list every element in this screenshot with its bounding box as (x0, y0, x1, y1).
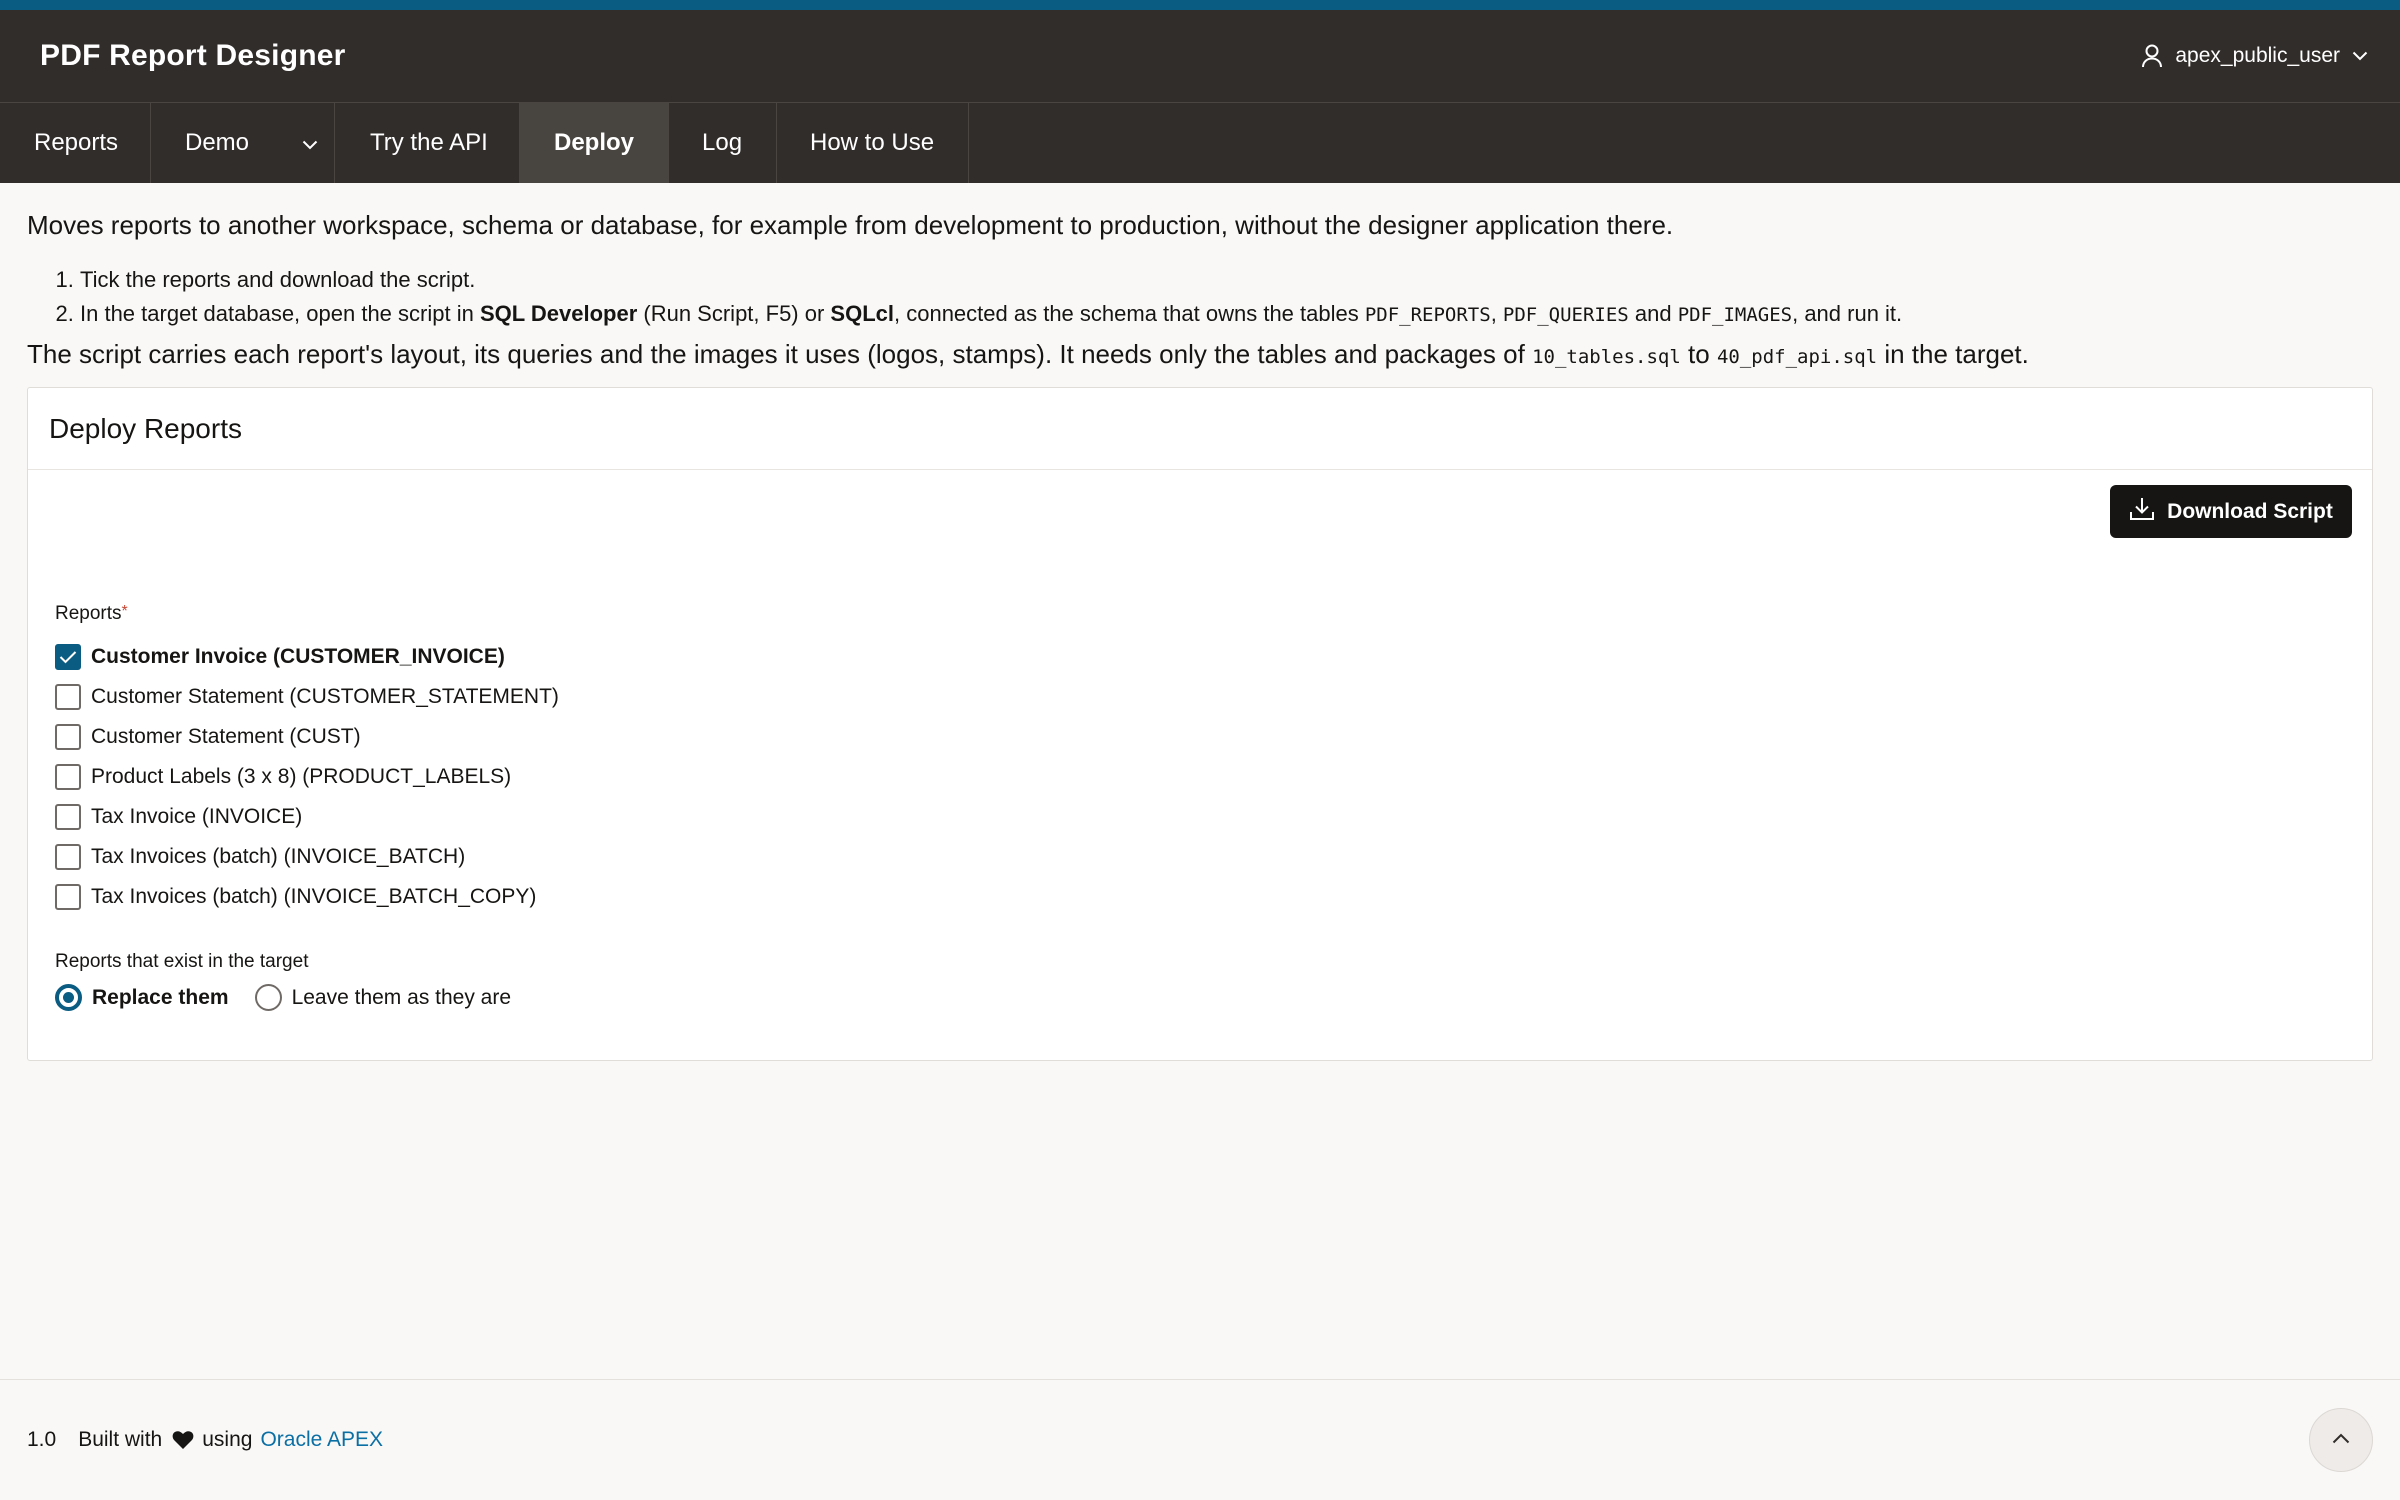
checkbox-label: Customer Invoice (CUSTOMER_INVOICE) (91, 645, 505, 668)
radio-selected[interactable] (55, 984, 82, 1011)
nav-item-try-api[interactable]: Try the API (334, 103, 520, 183)
nav-item-log[interactable]: Log (668, 103, 777, 183)
carry-text-part: to (1680, 339, 1717, 369)
report-checkbox-customer-statement[interactable]: Customer Statement (CUSTOMER_STATEMENT) (55, 677, 559, 717)
step-text: (Run Script, F5) or (637, 301, 831, 326)
nav-item-label: Reports (34, 129, 119, 156)
step-text: and (1628, 301, 1678, 326)
user-menu[interactable]: apex_public_user (2141, 44, 2368, 68)
file-name: 40_pdf_api.sql (1716, 346, 1878, 368)
checkbox[interactable] (55, 844, 81, 870)
nav-item-label: Deploy (554, 129, 635, 156)
carry-text-part: The script carries each report's layout,… (27, 339, 1533, 369)
nav-item-label: Try the API (370, 129, 488, 156)
checkbox-checked[interactable] (55, 644, 81, 670)
main-nav: Reports Demo Try the API Deploy Log How … (0, 102, 2400, 183)
chevron-down-icon (2352, 51, 2368, 61)
oracle-apex-link[interactable]: Oracle APEX (260, 1428, 383, 1452)
app-title[interactable]: PDF Report Designer (40, 39, 346, 73)
app-version: 1.0 (27, 1428, 57, 1451)
radio-label: Replace them (92, 985, 229, 1009)
step-text: , and run it. (1792, 301, 1903, 326)
report-checkbox-invoice-batch[interactable]: Tax Invoices (batch) (INVOICE_BATCH) (55, 837, 559, 877)
nav-item-label: How to Use (810, 129, 935, 156)
step-text: , (1490, 301, 1503, 326)
nav-item-label: Log (702, 129, 743, 156)
deploy-reports-region: Deploy Reports Download Script Reports* … (27, 387, 2373, 1061)
existing-reports-radio-group: Replace them Leave them as they are (55, 984, 537, 1011)
chevron-up-icon (2332, 1431, 2350, 1449)
checkbox-label: Customer Statement (CUSTOMER_STATEMENT) (91, 685, 559, 708)
reports-label-text: Reports (55, 603, 122, 624)
nav-item-label: Demo (185, 129, 250, 156)
existing-reports-label: Reports that exist in the target (55, 951, 309, 972)
app-header: PDF Report Designer apex_public_user (0, 10, 2400, 102)
checkbox[interactable] (55, 724, 81, 750)
region-title: Deploy Reports (28, 388, 2372, 470)
nav-item-reports[interactable]: Reports (0, 103, 151, 183)
steps-list: Tick the reports and download the script… (80, 263, 2373, 332)
download-label: Download Script (2167, 499, 2333, 523)
intro-text: Moves reports to another workspace, sche… (27, 210, 1674, 240)
checkbox[interactable] (55, 684, 81, 710)
carry-text-part: in the target. (1877, 339, 2029, 369)
report-checkbox-product-labels[interactable]: Product Labels (3 x 8) (PRODUCT_LABELS) (55, 757, 559, 797)
reports-field-label: Reports* (55, 603, 128, 625)
radio-label: Leave them as they are (291, 985, 512, 1009)
checkbox-label: Tax Invoices (batch) (INVOICE_BATCH) (91, 845, 466, 868)
checkbox[interactable] (55, 884, 81, 910)
step-1: Tick the reports and download the script… (80, 263, 2373, 297)
step-text: , connected as the schema that owns the … (894, 301, 1365, 326)
top-accent-bar (0, 0, 2400, 10)
table-name: PDF_QUERIES (1502, 304, 1629, 326)
tool-name-sql-developer: SQL Developer (479, 301, 638, 326)
report-checkbox-customer-invoice[interactable]: Customer Invoice (CUSTOMER_INVOICE) (55, 637, 559, 677)
file-name: 10_tables.sql (1532, 346, 1681, 368)
checkbox-label: Tax Invoices (batch) (INVOICE_BATCH_COPY… (91, 885, 537, 908)
report-checkbox-invoice[interactable]: Tax Invoice (INVOICE) (55, 797, 559, 837)
table-name: PDF_REPORTS (1364, 304, 1491, 326)
chevron-down-icon (302, 129, 318, 157)
page-footer: 1.0 Built with using Oracle APEX (0, 1379, 2400, 1500)
checkbox-label: Product Labels (3 x 8) (PRODUCT_LABELS) (91, 765, 512, 788)
checkbox[interactable] (55, 804, 81, 830)
step-2: In the target database, open the script … (80, 297, 2373, 332)
carry-text: The script carries each report's layout,… (27, 336, 2373, 375)
checkbox-label: Tax Invoice (INVOICE) (91, 805, 303, 828)
scroll-to-top-button[interactable] (2309, 1408, 2373, 1472)
step-text: In the target database, open the script … (80, 301, 480, 326)
page-content: Moves reports to another workspace, sche… (27, 183, 2373, 375)
using-text: using (202, 1428, 253, 1451)
tool-name-sqlcl: SQLcl (830, 301, 894, 326)
checkmark-icon (59, 651, 77, 664)
radio-leave-them[interactable]: Leave them as they are (254, 984, 512, 1011)
report-checkbox-cust[interactable]: Customer Statement (CUST) (55, 717, 559, 757)
checkbox-label: Customer Statement (CUST) (91, 725, 361, 748)
radio-replace-them[interactable]: Replace them (55, 984, 229, 1011)
heart-icon (172, 1430, 194, 1450)
user-icon (2141, 44, 2163, 68)
reports-checkbox-group: Customer Invoice (CUSTOMER_INVOICE) Cust… (55, 637, 559, 917)
download-script-button[interactable]: Download Script (2110, 485, 2352, 538)
nav-item-deploy[interactable]: Deploy (519, 103, 669, 183)
built-with-text: Built with (78, 1428, 163, 1451)
required-indicator: * (121, 603, 128, 620)
download-icon (2129, 496, 2155, 528)
radio[interactable] (254, 984, 282, 1011)
nav-item-how-to-use[interactable]: How to Use (776, 103, 969, 183)
checkbox[interactable] (55, 764, 81, 790)
report-checkbox-invoice-batch-copy[interactable]: Tax Invoices (batch) (INVOICE_BATCH_COPY… (55, 877, 559, 917)
user-name: apex_public_user (2175, 44, 2340, 67)
table-name: PDF_IMAGES (1677, 304, 1793, 326)
nav-item-demo[interactable]: Demo (150, 103, 335, 183)
